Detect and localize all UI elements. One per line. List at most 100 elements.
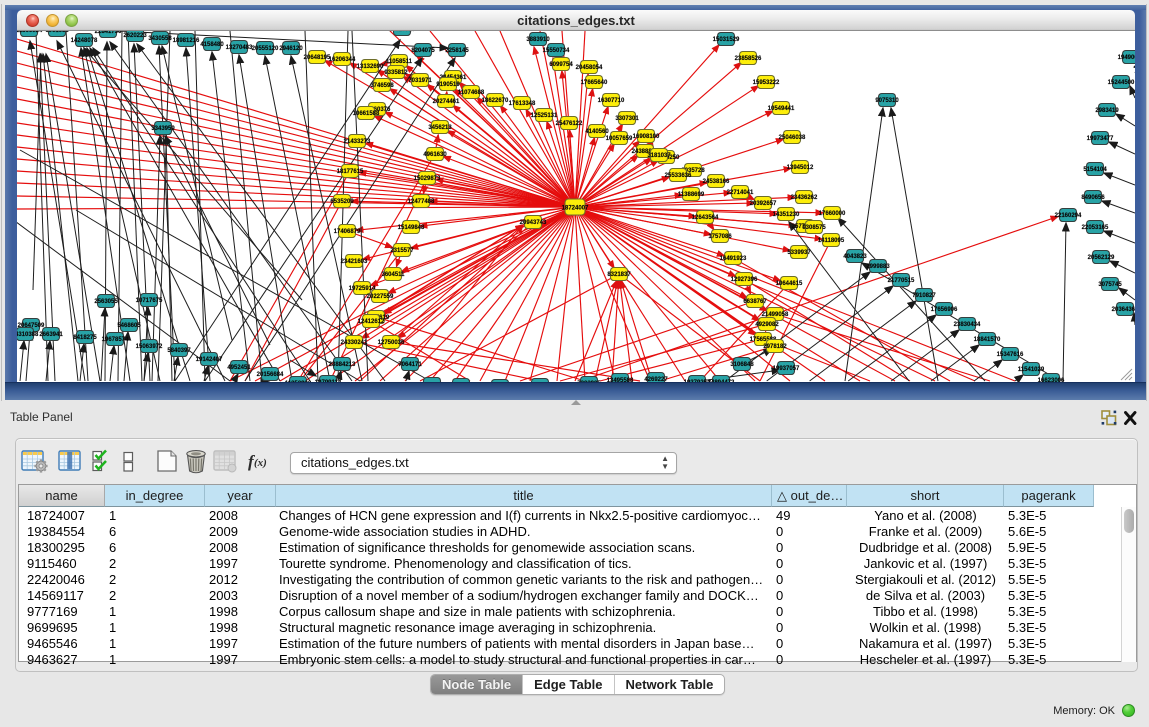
svg-text:5840397: 5840397	[167, 348, 191, 354]
svg-text:14351230: 14351230	[773, 212, 800, 218]
svg-text:2315577: 2315577	[390, 248, 414, 254]
svg-text:15031529: 15031529	[713, 37, 740, 43]
svg-text:11058511: 11058511	[386, 59, 413, 65]
svg-text:8490656: 8490656	[1081, 195, 1105, 201]
svg-text:23884213: 23884213	[329, 362, 356, 368]
svg-text:24330241: 24330241	[341, 340, 368, 346]
svg-text:7031971: 7031971	[408, 78, 432, 84]
svg-text:20555120: 20555120	[252, 46, 279, 52]
svg-text:13495588: 13495588	[607, 378, 634, 382]
svg-text:4952451: 4952451	[227, 365, 251, 371]
svg-text:5154104: 5154104	[1083, 167, 1107, 173]
svg-text:6099754: 6099754	[549, 62, 573, 68]
svg-text:16206344: 16206344	[329, 57, 356, 63]
svg-text:15347616: 15347616	[997, 352, 1024, 358]
svg-text:8321837: 8321837	[607, 272, 631, 278]
svg-text:14118095: 14118095	[818, 238, 845, 244]
svg-text:22714041: 22714041	[727, 190, 754, 196]
svg-text:16491923: 16491923	[720, 256, 747, 262]
svg-text:12525131: 12525131	[531, 113, 558, 119]
svg-text:11074688: 11074688	[458, 90, 485, 96]
svg-text:10057659: 10057659	[606, 136, 633, 142]
svg-text:3604511: 3604511	[381, 272, 405, 278]
svg-text:15550734: 15550734	[543, 48, 570, 54]
svg-text:12927396: 12927396	[731, 277, 758, 283]
svg-text:20364361: 20364361	[1112, 307, 1135, 313]
svg-text:20458054: 20458054	[576, 65, 603, 71]
svg-text:10644615: 10644615	[776, 281, 803, 287]
svg-text:3343959: 3343959	[151, 126, 175, 132]
svg-text:19799114: 19799114	[315, 380, 342, 382]
svg-text:15953222: 15953222	[753, 80, 780, 86]
svg-text:13945012: 13945012	[787, 165, 814, 171]
svg-text:13132690: 13132690	[357, 64, 384, 70]
svg-text:7910827: 7910827	[912, 293, 936, 299]
svg-text:17665640: 17665640	[581, 80, 608, 86]
svg-text:20943743: 20943743	[520, 220, 547, 226]
svg-text:12477488: 12477488	[408, 199, 435, 205]
svg-text:15149848: 15149848	[398, 225, 425, 231]
svg-text:23436262: 23436262	[791, 195, 818, 201]
svg-text:18724007: 18724007	[562, 206, 589, 212]
svg-text:20274461: 20274461	[433, 99, 460, 105]
svg-text:(x): (x)	[254, 457, 267, 469]
svg-text:2258145: 2258145	[445, 48, 469, 54]
svg-text:9075310: 9075310	[875, 98, 899, 104]
svg-text:11388699: 11388699	[678, 192, 705, 198]
svg-text:15063972: 15063972	[136, 344, 163, 350]
svg-text:24538166: 24538166	[703, 179, 730, 185]
svg-text:4043823: 4043823	[843, 254, 867, 260]
svg-text:20156684: 20156684	[257, 372, 284, 378]
svg-text:20392657: 20392657	[750, 201, 777, 207]
svg-text:12412612: 12412612	[358, 319, 385, 325]
svg-text:14248078: 14248078	[71, 38, 98, 44]
svg-text:9190519: 9190519	[436, 82, 460, 88]
svg-text:10661588: 10661588	[353, 111, 380, 117]
svg-text:2946120: 2946120	[279, 46, 303, 52]
svg-text:18981216: 18981216	[173, 38, 200, 44]
svg-text:13270483: 13270483	[226, 45, 253, 51]
svg-text:17656906: 17656906	[931, 307, 958, 313]
svg-text:6061658: 6061658	[45, 31, 69, 34]
svg-text:20648195: 20648195	[304, 55, 331, 61]
svg-text:2563055: 2563055	[94, 299, 118, 305]
svg-text:18622670: 18622670	[482, 98, 509, 104]
svg-text:15029873: 15029873	[414, 176, 441, 182]
svg-text:11541029: 11541029	[1018, 367, 1045, 373]
svg-text:14310388: 14310388	[17, 332, 39, 338]
svg-text:24894472: 24894472	[708, 380, 735, 382]
svg-text:5468605: 5468605	[117, 323, 141, 329]
svg-text:18026717: 18026717	[389, 31, 416, 33]
svg-text:2663941: 2663941	[39, 332, 63, 338]
svg-text:22053165: 22053165	[1082, 225, 1109, 231]
svg-text:17613348: 17613348	[509, 101, 536, 107]
svg-text:8204075: 8204075	[411, 48, 435, 54]
svg-text:5339937: 5339937	[787, 250, 811, 256]
svg-text:25476122: 25476122	[556, 121, 583, 127]
svg-text:18841570: 18841570	[974, 337, 1001, 343]
svg-text:12750036: 12750036	[378, 340, 405, 346]
svg-text:19973477: 19973477	[1087, 136, 1114, 142]
svg-text:22841736: 22841736	[95, 31, 122, 35]
svg-text:23858526: 23858526	[735, 56, 762, 62]
svg-text:7064171: 7064171	[398, 362, 422, 368]
svg-text:6638767: 6638767	[743, 299, 767, 305]
svg-text:10549441: 10549441	[768, 106, 795, 112]
svg-text:3307301: 3307301	[615, 116, 639, 122]
svg-text:4158480: 4158480	[200, 42, 224, 48]
svg-text:3075745: 3075745	[1098, 282, 1122, 288]
svg-text:11866024: 11866024	[17, 31, 43, 34]
svg-text:21770515: 21770515	[888, 278, 915, 284]
svg-text:4961630: 4961630	[423, 152, 447, 158]
svg-text:20562129: 20562129	[1088, 255, 1115, 261]
svg-text:3106848: 3106848	[730, 362, 754, 368]
svg-text:3181037: 3181037	[647, 153, 671, 159]
svg-text:11350932: 11350932	[285, 381, 312, 382]
svg-text:16908100: 16908100	[633, 134, 660, 140]
svg-text:10717675: 10717675	[136, 298, 163, 304]
svg-text:21433273: 21433273	[344, 139, 371, 145]
svg-text:9335812: 9335812	[384, 70, 408, 76]
svg-text:3430558: 3430558	[148, 36, 172, 42]
svg-text:4140560: 4140560	[585, 129, 609, 135]
svg-text:1757086: 1757086	[708, 234, 732, 240]
